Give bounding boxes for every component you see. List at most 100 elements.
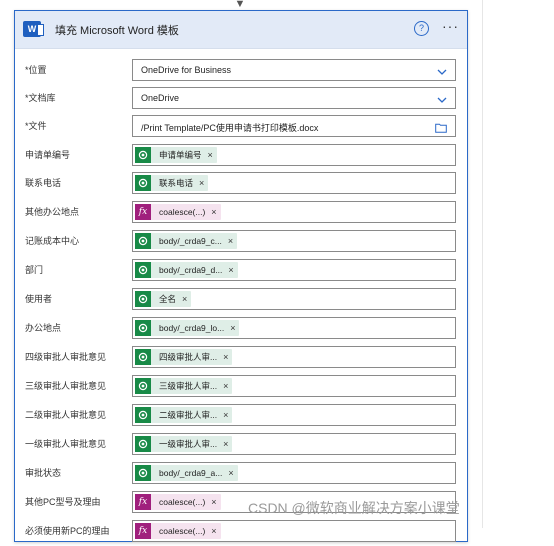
- dataverse-icon: [135, 147, 151, 163]
- parameter-label: *位置: [25, 63, 47, 76]
- remove-token-icon[interactable]: ×: [223, 439, 228, 449]
- parameter-label: 二级审批人审批意见: [25, 408, 106, 421]
- parameter-row: *位置 OneDrive for Business: [15, 59, 467, 85]
- parameter-row: 三级审批人审批意见 三级审批人审... ×: [15, 375, 467, 401]
- parameter-label: 部门: [25, 263, 43, 276]
- token-input-field[interactable]: 四级审批人审... ×: [132, 346, 456, 368]
- parameter-label-text: 位置: [28, 65, 47, 75]
- dynamic-content-token[interactable]: body/_crda9_d... ×: [135, 262, 238, 278]
- dynamic-content-token[interactable]: body/_crda9_a... ×: [135, 465, 238, 481]
- dynamic-content-token[interactable]: 联系电话 ×: [135, 175, 209, 191]
- file-path-field[interactable]: /Print Template/PC使用申请书打印模板.docx: [132, 115, 456, 137]
- fx-icon: fx: [135, 204, 151, 220]
- parameter-label-text: 文档库: [28, 93, 56, 103]
- card-header[interactable]: W 填充 Microsoft Word 模板 ? ···: [15, 11, 467, 49]
- remove-token-icon[interactable]: ×: [228, 236, 233, 246]
- parameter-label-text: 部门: [25, 265, 44, 275]
- token-input-field[interactable]: fx coalesce(...) ×: [132, 520, 456, 542]
- remove-token-icon[interactable]: ×: [228, 265, 233, 275]
- token-label: 联系电话: [159, 178, 194, 188]
- dynamic-content-token[interactable]: 全名 ×: [135, 291, 192, 307]
- word-icon: W: [23, 21, 44, 37]
- chevron-down-icon[interactable]: [437, 92, 447, 103]
- parameter-label: 必须使用新PC的理由: [25, 524, 110, 537]
- token-input-field[interactable]: body/_crda9_c... ×: [132, 230, 456, 252]
- parameter-label: 办公地点: [25, 321, 61, 334]
- parameter-label: 其他办公地点: [25, 205, 79, 218]
- token-input-field[interactable]: body/_crda9_a... ×: [132, 462, 456, 484]
- token-label: body/_crda9_c...: [159, 236, 222, 246]
- remove-token-icon[interactable]: ×: [208, 150, 213, 160]
- dynamic-content-token[interactable]: 三级审批人审... ×: [135, 378, 233, 394]
- remove-token-icon[interactable]: ×: [223, 381, 228, 391]
- expression-token[interactable]: fx coalesce(...) ×: [135, 523, 221, 539]
- dataverse-icon: [135, 465, 151, 481]
- parameter-row: 办公地点 body/_crda9_lo... ×: [15, 317, 467, 343]
- more-options-icon[interactable]: ···: [442, 18, 459, 34]
- token-label: 申请单编号: [159, 150, 202, 160]
- token-label: 三级审批人审...: [159, 381, 218, 391]
- remove-token-icon[interactable]: ×: [211, 207, 216, 217]
- token-label: body/_crda9_d...: [159, 265, 223, 275]
- dynamic-content-token[interactable]: body/_crda9_lo... ×: [135, 320, 240, 336]
- token-input-field[interactable]: 三级审批人审... ×: [132, 375, 456, 397]
- token-label: body/_crda9_lo...: [159, 323, 225, 333]
- token-label: 一级审批人审...: [159, 439, 218, 449]
- token-label: body/_crda9_a...: [159, 468, 223, 478]
- dropdown-field[interactable]: OneDrive: [132, 87, 456, 109]
- flow-connector-arrow-icon: ▼: [234, 0, 246, 10]
- chevron-down-icon[interactable]: [437, 64, 447, 75]
- parameter-label: 使用者: [25, 292, 52, 305]
- dropdown-field[interactable]: OneDrive for Business: [132, 59, 456, 81]
- token-input-field[interactable]: fx coalesce(...) ×: [132, 201, 456, 223]
- remove-token-icon[interactable]: ×: [199, 178, 204, 188]
- token-input-field[interactable]: 二级审批人审... ×: [132, 404, 456, 426]
- parameter-row: 审批状态 body/_crda9_a... ×: [15, 462, 467, 488]
- parameter-label-text: 其他办公地点: [25, 207, 80, 217]
- parameter-label-text: 一级审批人审批意见: [25, 439, 107, 449]
- dynamic-content-token[interactable]: body/_crda9_c... ×: [135, 233, 238, 249]
- dataverse-icon: [135, 349, 151, 365]
- parameter-label: 一级审批人审批意见: [25, 437, 106, 450]
- fx-icon: fx: [135, 494, 151, 510]
- remove-token-icon[interactable]: ×: [182, 294, 187, 304]
- token-input-field[interactable]: 一级审批人审... ×: [132, 433, 456, 455]
- token-input-field[interactable]: 全名 ×: [132, 288, 456, 310]
- expression-token[interactable]: fx coalesce(...) ×: [135, 204, 221, 220]
- remove-token-icon[interactable]: ×: [230, 323, 235, 333]
- remove-token-icon[interactable]: ×: [223, 410, 228, 420]
- token-label: 四级审批人审...: [159, 352, 218, 362]
- dynamic-content-token[interactable]: 申请单编号 ×: [135, 147, 217, 163]
- token-input-field[interactable]: 联系电话 ×: [132, 172, 456, 194]
- parameter-label: 记账成本中心: [25, 234, 79, 247]
- parameter-row: *文件/Print Template/PC使用申请书打印模板.docx: [15, 115, 467, 141]
- token-label: coalesce(...): [159, 207, 206, 217]
- parameter-label: 其他PC型号及理由: [25, 495, 101, 508]
- parameter-row: 必须使用新PC的理由 fx coalesce(...) ×: [15, 520, 467, 546]
- expression-token[interactable]: fx coalesce(...) ×: [135, 494, 221, 510]
- token-input-field[interactable]: 申请单编号 ×: [132, 144, 456, 166]
- help-icon[interactable]: ?: [414, 21, 429, 36]
- dataverse-icon: [135, 233, 151, 249]
- dataverse-icon: [135, 436, 151, 452]
- field-value: OneDrive for Business: [141, 65, 232, 75]
- dynamic-content-token[interactable]: 一级审批人审... ×: [135, 436, 233, 452]
- parameter-label-text: 文件: [28, 121, 47, 131]
- dynamic-content-token[interactable]: 二级审批人审... ×: [135, 407, 233, 423]
- remove-token-icon[interactable]: ×: [223, 352, 228, 362]
- parameter-label: *文件: [25, 119, 47, 132]
- parameter-label: 三级审批人审批意见: [25, 379, 106, 392]
- parameter-label-text: 记账成本中心: [25, 236, 80, 246]
- token-input-field[interactable]: body/_crda9_lo... ×: [132, 317, 456, 339]
- parameter-label-text: 审批状态: [25, 468, 62, 478]
- parameter-row: 其他办公地点 fx coalesce(...) ×: [15, 201, 467, 227]
- dynamic-content-token[interactable]: 四级审批人审... ×: [135, 349, 233, 365]
- folder-icon[interactable]: [435, 120, 447, 133]
- remove-token-icon[interactable]: ×: [228, 468, 233, 478]
- action-card-populate-word-template: W 填充 Microsoft Word 模板 ? ··· *位置 OneDrive…: [14, 10, 468, 542]
- parameter-row: 记账成本中心 body/_crda9_c... ×: [15, 230, 467, 256]
- dataverse-icon: [135, 407, 151, 423]
- remove-token-icon[interactable]: ×: [211, 497, 216, 507]
- token-input-field[interactable]: body/_crda9_d... ×: [132, 259, 456, 281]
- parameter-label-text: 二级审批人审批意见: [25, 410, 107, 420]
